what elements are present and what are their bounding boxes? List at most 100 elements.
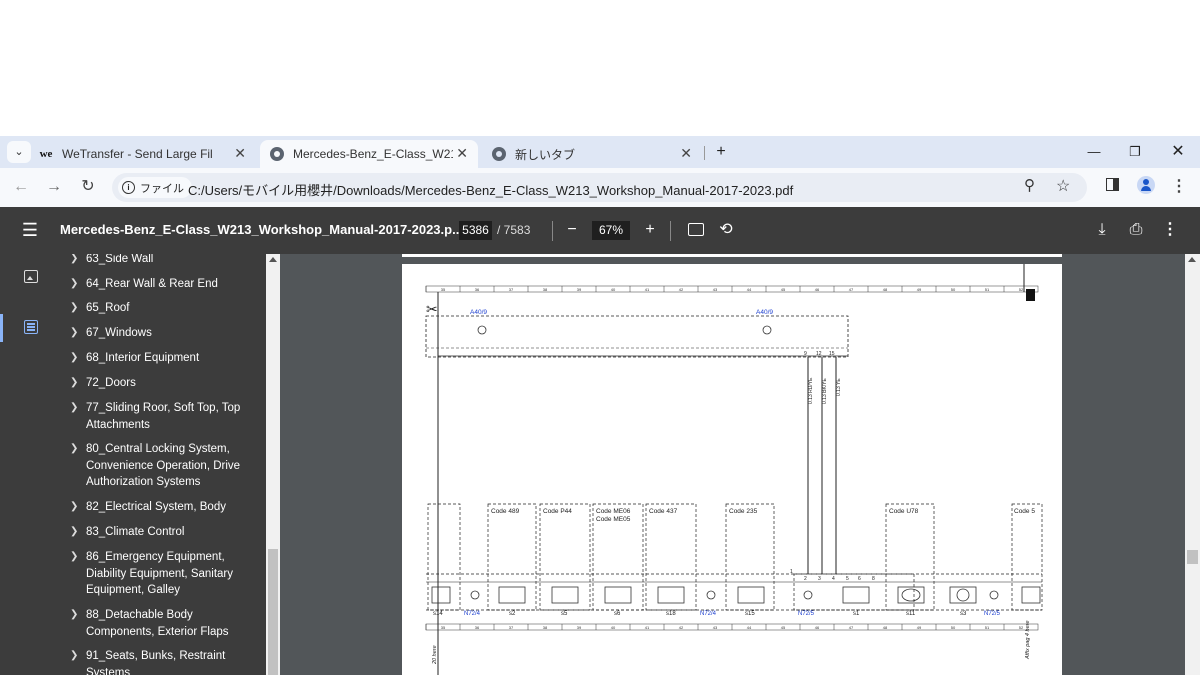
address-bar[interactable]: i ファイル C:/Users/モバイル用櫻井/Downloads/Merced… xyxy=(112,173,1087,202)
ruler-label: 36 xyxy=(475,625,480,630)
scroll-up-arrow[interactable] xyxy=(1188,257,1196,262)
switch-label: s14 xyxy=(433,611,443,617)
close-tab-icon[interactable]: ✕ xyxy=(680,145,692,162)
module-symbol-icon xyxy=(762,325,772,335)
wetransfer-icon: we xyxy=(39,148,53,160)
ruler-label: 41 xyxy=(645,287,650,292)
fit-page-icon[interactable] xyxy=(685,219,707,241)
document-outline: ❯ 63_Side Wall ❯ 64_Rear Wall & Rear End ❯… xyxy=(60,254,266,675)
chevron-right-icon: ❯ xyxy=(70,501,79,512)
ruler-label: 49 xyxy=(917,625,922,630)
note-text: Affix pag 4 here xyxy=(1025,620,1031,660)
side-panel-icon[interactable] xyxy=(1101,176,1123,198)
zoom-input[interactable]: 67% xyxy=(592,221,630,240)
page-number-input[interactable]: 5386 xyxy=(459,221,492,240)
profile-avatar[interactable] xyxy=(1135,176,1157,198)
code-label: Code 235 xyxy=(729,508,758,515)
corner-marker-icon xyxy=(1026,289,1035,301)
switch-label: s3 xyxy=(960,611,967,617)
connector-pin: 4 xyxy=(832,576,835,582)
scroll-up-arrow[interactable] xyxy=(269,257,277,262)
chevron-right-icon: ❯ xyxy=(70,302,79,313)
browser-toolbar: ← → ↻ i ファイル C:/Users/モバイル用櫻井/Downloads/… xyxy=(0,168,1200,207)
tab-divider xyxy=(704,146,705,160)
outline-item[interactable]: ❯ 80_Central Locking System, Convenience … xyxy=(70,441,260,491)
outline-item[interactable]: ❯ 77_Sliding Roor, Soft Top, Top Attachme… xyxy=(70,400,260,433)
zoom-in-button[interactable]: + xyxy=(639,219,661,241)
close-tab-icon[interactable]: ✕ xyxy=(456,145,468,162)
ruler-label: 48 xyxy=(883,625,888,630)
site-info-chip[interactable]: i ファイル xyxy=(118,177,192,198)
tab-pdf[interactable]: Mercedes-Benz_E-Class_W213_ ✕ xyxy=(260,140,478,168)
ruler-label: 35 xyxy=(441,287,446,292)
chevron-right-icon: ❯ xyxy=(70,551,79,562)
outline-item[interactable]: ❯ 67_Windows xyxy=(70,325,260,342)
rotate-icon[interactable]: ⟲ xyxy=(715,219,737,241)
thumbnails-icon[interactable] xyxy=(24,270,38,283)
wire-label: 0.13 YE xyxy=(836,378,842,396)
zoom-out-button[interactable]: − xyxy=(561,219,583,241)
site-chip-label: ファイル xyxy=(140,182,184,195)
tab-title: WeTransfer - Send Large Files & xyxy=(62,147,212,161)
back-button[interactable]: ← xyxy=(10,176,32,198)
minimize-button[interactable]: — xyxy=(1079,140,1109,164)
reload-button[interactable]: ↻ xyxy=(77,176,99,198)
ruler-label: 38 xyxy=(543,625,548,630)
hamburger-menu-icon[interactable]: ☰ xyxy=(19,219,41,241)
outline-item[interactable]: ❯ 72_Doors xyxy=(70,375,260,392)
outline-item[interactable]: ❯ 88_Detachable Body Components, Exterior… xyxy=(70,607,260,640)
code-label: Code 437 xyxy=(649,508,678,515)
viewer-scrollbar[interactable] xyxy=(1185,254,1200,675)
close-window-button[interactable]: ✕ xyxy=(1163,140,1193,164)
outline-item[interactable]: ❯ 82_Electrical System, Body xyxy=(70,499,260,516)
ruler-label: 44 xyxy=(747,287,752,292)
bookmark-star-icon[interactable]: ☆ xyxy=(1056,176,1070,196)
close-tab-icon[interactable]: ✕ xyxy=(234,145,246,162)
ruler-label: 39 xyxy=(577,625,582,630)
switch-label: s15 xyxy=(745,611,755,617)
code-label: Code ME05 xyxy=(596,516,631,523)
outline-item[interactable]: ❯ 65_Roof xyxy=(70,300,260,317)
outline-item[interactable]: ❯ 83_Climate Control xyxy=(70,524,260,541)
chevron-right-icon: ❯ xyxy=(70,402,79,413)
chevron-right-icon: ❯ xyxy=(70,526,79,537)
more-options-icon[interactable]: ⋮ xyxy=(1159,219,1181,241)
ruler-label: 48 xyxy=(883,287,888,292)
switch-symbols xyxy=(431,586,1041,604)
print-icon[interactable]: ⎙ xyxy=(1125,219,1147,241)
outline-item[interactable]: ❯ 86_Emergency Equipment, Diability Equip… xyxy=(70,549,260,599)
outline-icon[interactable] xyxy=(24,320,38,334)
menu-dots-icon[interactable]: ⋮ xyxy=(1168,176,1190,198)
connector-pin: 1 xyxy=(790,569,793,575)
code-label: Code 489 xyxy=(491,508,520,515)
chevron-right-icon: ❯ xyxy=(70,650,79,661)
new-tab-button[interactable]: + xyxy=(706,140,736,164)
download-icon[interactable]: ⤓ xyxy=(1091,219,1113,241)
restore-button[interactable]: ❐ xyxy=(1120,140,1150,164)
outline-item[interactable]: ❯ 68_Interior Equipment xyxy=(70,350,260,367)
chevron-right-icon: ❯ xyxy=(70,377,79,388)
forward-button[interactable]: → xyxy=(43,176,65,198)
ruler-label: 39 xyxy=(577,287,582,292)
tab-new[interactable]: 新しいタブ ✕ xyxy=(492,140,702,168)
connector-pin: 2 xyxy=(804,576,807,582)
tab-wetransfer[interactable]: we WeTransfer - Send Large Files & ✕ xyxy=(38,140,252,168)
outline-item[interactable]: ❯ 63_Side Wall xyxy=(70,254,260,268)
ruler-label: 42 xyxy=(679,287,684,292)
ruler-label: 38 xyxy=(543,287,548,292)
tab-search-button[interactable]: ⌄ xyxy=(7,141,31,163)
zoom-search-icon[interactable]: ⚲ xyxy=(1024,176,1035,194)
code-label: Code 5 xyxy=(1014,508,1035,515)
ruler-label: 50 xyxy=(951,287,956,292)
url-text[interactable]: C:/Users/モバイル用櫻井/Downloads/Mercedes-Benz… xyxy=(188,180,793,199)
wire-label: 0.13 RD/YE xyxy=(808,377,814,404)
outline-item[interactable]: ❯ 64_Rear Wall & Rear End xyxy=(70,276,260,293)
viewer-scroll-thumb[interactable] xyxy=(1187,550,1198,564)
chevron-right-icon: ❯ xyxy=(70,609,79,620)
bottom-ruler: 35 36 37 38 39 40 41 42 43 44 45 46 47 48 49 50 51 52 xyxy=(425,623,1039,631)
ruler-label: 47 xyxy=(849,287,854,292)
chevron-right-icon: ❯ xyxy=(70,352,79,363)
outline-scrollbar[interactable] xyxy=(266,254,280,675)
outline-item[interactable]: ❯ 91_Seats, Bunks, Restraint Systems xyxy=(70,648,260,675)
outline-scroll-thumb[interactable] xyxy=(268,549,278,675)
